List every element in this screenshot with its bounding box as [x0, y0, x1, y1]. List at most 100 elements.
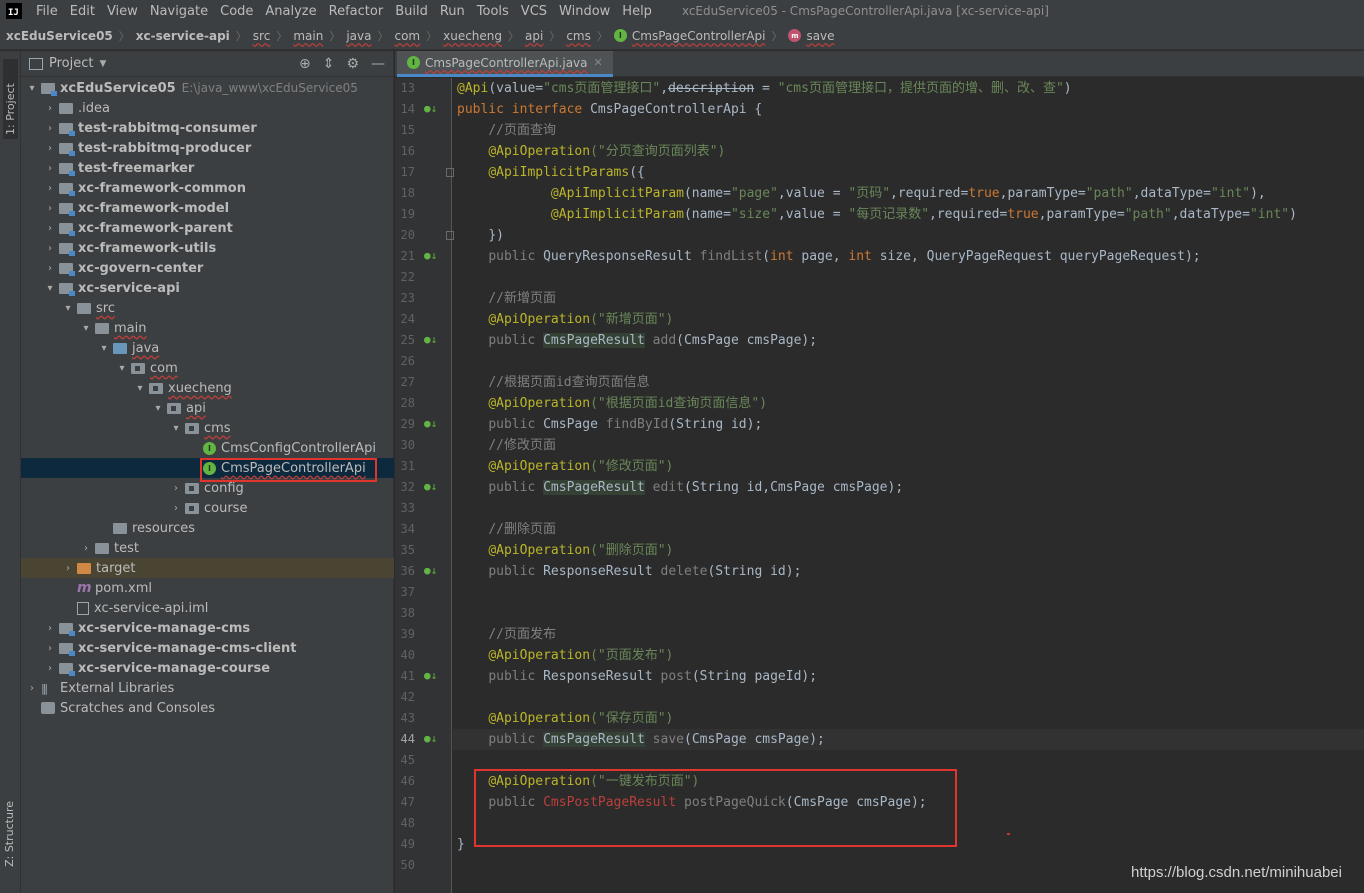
- breadcrumb-api[interactable]: api: [525, 29, 543, 43]
- chevron-right-icon[interactable]: ›: [41, 243, 59, 254]
- chevron-right-icon[interactable]: ›: [77, 543, 95, 554]
- breadcrumb-module[interactable]: xc-service-api: [136, 29, 230, 43]
- tree-item-external-libraries[interactable]: › ||| External Libraries: [21, 678, 394, 698]
- chevron-right-icon[interactable]: ›: [41, 163, 59, 174]
- chevron-right-icon[interactable]: ›: [41, 663, 59, 674]
- minimize-icon[interactable]: —: [371, 56, 385, 72]
- tree-item-config[interactable]: › config: [21, 478, 394, 498]
- implemented-icon[interactable]: ●↓: [424, 670, 437, 682]
- breadcrumb-class[interactable]: I CmsPageControllerApi: [613, 29, 765, 43]
- chevron-right-icon[interactable]: ›: [41, 203, 59, 214]
- locate-icon[interactable]: ⊕: [299, 56, 311, 72]
- breadcrumb-com[interactable]: com: [394, 29, 420, 43]
- chevron-right-icon[interactable]: ›: [41, 223, 59, 234]
- chevron-right-icon[interactable]: ›: [41, 143, 59, 154]
- breadcrumb-xuecheng[interactable]: xuecheng: [443, 29, 502, 43]
- tree-item-cmsconfigcontrollerapi[interactable]: I CmsConfigControllerApi: [21, 438, 394, 458]
- implemented-icon[interactable]: ●↓: [424, 334, 437, 346]
- implemented-icon[interactable]: ●↓: [424, 418, 437, 430]
- tree-item-test[interactable]: › test: [21, 538, 394, 558]
- close-icon[interactable]: ✕: [594, 56, 603, 69]
- chevron-down-icon[interactable]: ▼: [99, 59, 106, 69]
- breadcrumb-project[interactable]: xcEduService05: [6, 29, 113, 43]
- chevron-down-icon[interactable]: ▾: [23, 83, 41, 94]
- chevron-down-icon[interactable]: ▾: [95, 343, 113, 354]
- tree-item-scratches[interactable]: Scratches and Consoles: [21, 698, 394, 718]
- chevron-right-icon[interactable]: ›: [41, 623, 59, 634]
- menu-run[interactable]: Run: [434, 4, 471, 19]
- tree-item-module[interactable]: › xc-govern-center: [21, 258, 394, 278]
- menu-build[interactable]: Build: [389, 4, 434, 19]
- breadcrumb-java[interactable]: java: [346, 29, 371, 43]
- tree-item-iml[interactable]: xc-service-api.iml: [21, 598, 394, 618]
- chevron-down-icon[interactable]: ▾: [113, 363, 131, 374]
- chevron-right-icon[interactable]: ›: [41, 123, 59, 134]
- tree-item-module[interactable]: › test-rabbitmq-consumer: [21, 118, 394, 138]
- tree-item-xuecheng[interactable]: ▾ xuecheng: [21, 378, 394, 398]
- chevron-down-icon[interactable]: ▾: [41, 283, 59, 294]
- chevron-right-icon[interactable]: ›: [41, 183, 59, 194]
- collapse-all-icon[interactable]: ⇕: [323, 56, 335, 72]
- implemented-icon[interactable]: ●↓: [424, 565, 437, 577]
- tree-item-pom[interactable]: m pom.xml: [21, 578, 394, 598]
- breadcrumb-cms[interactable]: cms: [566, 29, 591, 43]
- tab-structure[interactable]: Z: Structure: [3, 801, 16, 867]
- tree-item-module[interactable]: › xc-framework-parent: [21, 218, 394, 238]
- menu-tools[interactable]: Tools: [471, 4, 515, 19]
- chevron-right-icon[interactable]: ›: [41, 103, 59, 114]
- tree-item-module[interactable]: › xc-framework-utils: [21, 238, 394, 258]
- project-view-selector[interactable]: Project: [49, 56, 93, 71]
- tree-item-module[interactable]: › xc-service-manage-cms-client: [21, 638, 394, 658]
- tree-item-com[interactable]: ▾ com: [21, 358, 394, 378]
- tab-project[interactable]: 1: Project: [3, 59, 18, 139]
- tree-item-module[interactable]: › xc-service-manage-cms: [21, 618, 394, 638]
- chevron-down-icon[interactable]: ▾: [59, 303, 77, 314]
- tree-item-cms[interactable]: ▾ cms: [21, 418, 394, 438]
- tree-item-idea[interactable]: › .idea: [21, 98, 394, 118]
- tree-item-course[interactable]: › course: [21, 498, 394, 518]
- tree-item-target[interactable]: › target: [21, 558, 394, 578]
- tree-item-api[interactable]: ▾ api: [21, 398, 394, 418]
- implemented-icon[interactable]: ●↓: [424, 250, 437, 262]
- chevron-right-icon[interactable]: ›: [167, 483, 185, 494]
- chevron-down-icon[interactable]: ▾: [77, 323, 95, 334]
- menu-code[interactable]: Code: [214, 4, 259, 19]
- menu-window[interactable]: Window: [553, 4, 616, 19]
- menu-file[interactable]: File: [30, 4, 64, 19]
- menu-vcs[interactable]: VCS: [515, 4, 553, 19]
- chevron-right-icon[interactable]: ›: [23, 683, 41, 694]
- tree-item-src[interactable]: ▾ src: [21, 298, 394, 318]
- menu-navigate[interactable]: Navigate: [144, 4, 214, 19]
- tab-cmspagecontrollerapi[interactable]: I CmsPageControllerApi.java ✕: [397, 51, 613, 77]
- chevron-right-icon[interactable]: ›: [167, 503, 185, 514]
- implemented-icon[interactable]: ●↓: [424, 733, 437, 745]
- gear-icon[interactable]: ⚙: [346, 56, 359, 72]
- tree-item-root[interactable]: ▾ xcEduService05 E:\java_www\xcEduServic…: [21, 78, 394, 98]
- chevron-right-icon[interactable]: ›: [41, 263, 59, 274]
- menu-analyze[interactable]: Analyze: [259, 4, 322, 19]
- menu-edit[interactable]: Edit: [64, 4, 101, 19]
- tree-item-module[interactable]: ▾ xc-service-api: [21, 278, 394, 298]
- implemented-icon[interactable]: ●↓: [424, 103, 437, 115]
- chevron-right-icon[interactable]: ›: [41, 643, 59, 654]
- tree-item-module[interactable]: › xc-framework-model: [21, 198, 394, 218]
- tree-item-module[interactable]: › xc-service-manage-course: [21, 658, 394, 678]
- tree-item-resources[interactable]: resources: [21, 518, 394, 538]
- chevron-down-icon[interactable]: ▾: [131, 383, 149, 394]
- code-area[interactable]: @Api(value="cms页面管理接口",description = "cm…: [453, 78, 1364, 893]
- breadcrumb-method[interactable]: m save: [788, 29, 835, 43]
- menu-view[interactable]: View: [101, 4, 144, 19]
- tree-item-module[interactable]: › xc-framework-common: [21, 178, 394, 198]
- menu-refactor[interactable]: Refactor: [323, 4, 390, 19]
- menu-help[interactable]: Help: [616, 4, 658, 19]
- chevron-right-icon[interactable]: ›: [59, 563, 77, 574]
- breadcrumb-src[interactable]: src: [253, 29, 271, 43]
- tree-item-cmspagecontrollerapi[interactable]: I CmsPageControllerApi: [21, 458, 394, 478]
- tree-item-module[interactable]: › test-rabbitmq-producer: [21, 138, 394, 158]
- tree-item-module[interactable]: › test-freemarker: [21, 158, 394, 178]
- chevron-down-icon[interactable]: ▾: [149, 403, 167, 414]
- breadcrumb-main[interactable]: main: [293, 29, 323, 43]
- implemented-icon[interactable]: ●↓: [424, 481, 437, 493]
- tree-item-java[interactable]: ▾ java: [21, 338, 394, 358]
- chevron-down-icon[interactable]: ▾: [167, 423, 185, 434]
